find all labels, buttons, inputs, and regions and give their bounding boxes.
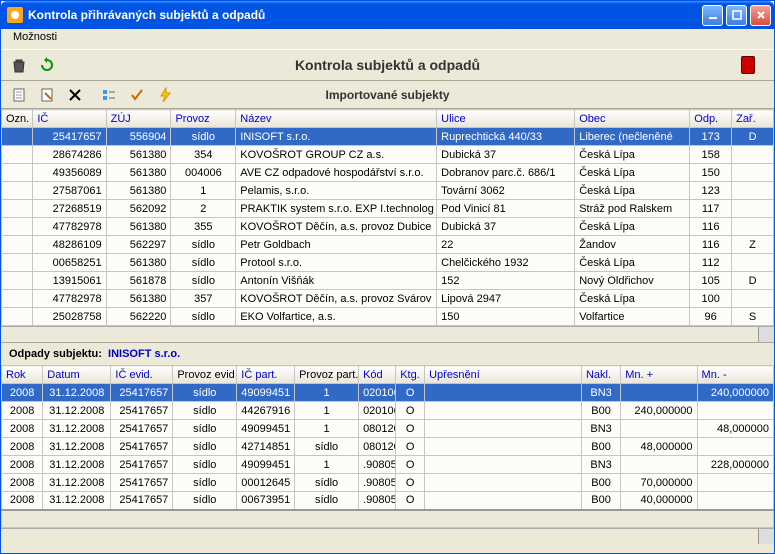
menu-options[interactable]: Možnosti xyxy=(7,29,63,45)
subjects-grid[interactable]: Ozn. IČ ZÚJ Provoz Název Ulice Obec Odp.… xyxy=(1,109,774,342)
maximize-button[interactable] xyxy=(726,5,747,26)
titlebar[interactable]: Kontrola přihrávaných subjektů a odpadů xyxy=(1,1,774,29)
waste-grid[interactable]: Rok Datum IČ evid. Provoz evid IČ part. … xyxy=(1,365,774,544)
table-row[interactable]: 47782978561380355KOVOŠROT Děčín, a.s. pr… xyxy=(2,218,774,236)
table-row[interactable]: 00658251561380sídloProtool s.r.o.Chelčic… xyxy=(2,254,774,272)
table-row[interactable]: 200831.12.200825417657sídlo4909945110201… xyxy=(2,384,774,402)
col-datum[interactable]: Datum xyxy=(43,366,111,384)
status-indicator-icon xyxy=(738,55,758,75)
app-icon xyxy=(7,7,23,23)
menubar: Možnosti xyxy=(1,29,774,49)
col-upresneni[interactable]: Upřesnění xyxy=(425,366,582,384)
col-provozevid[interactable]: Provoz evid xyxy=(173,366,237,384)
main-heading: Kontrola subjektů a odpadů xyxy=(295,57,480,73)
table-row[interactable]: 49356089561380004006AVE CZ odpadové hosp… xyxy=(2,164,774,182)
minimize-button[interactable] xyxy=(702,5,723,26)
table-row[interactable]: 272685195620922PRAKTIK system s.r.o. EXP… xyxy=(2,200,774,218)
col-icevid[interactable]: IČ evid. xyxy=(111,366,173,384)
col-zar[interactable]: Zař. xyxy=(732,110,774,128)
col-obec[interactable]: Obec xyxy=(575,110,690,128)
waste-label: Odpady subjektu: xyxy=(9,348,102,360)
table-row[interactable]: 200831.12.200825417657sídlo42714851sídlo… xyxy=(2,438,774,456)
check-icon[interactable] xyxy=(127,85,147,105)
col-provoz[interactable]: Provoz xyxy=(171,110,236,128)
col-kod[interactable]: Kód xyxy=(359,366,396,384)
sub-heading: Importované subjekty xyxy=(325,88,449,102)
doc-edit-icon[interactable] xyxy=(37,85,57,105)
toolbar-sub: Importované subjekty xyxy=(1,81,774,109)
scrollbar[interactable] xyxy=(1,326,774,342)
table-row[interactable]: 200831.12.200825417657sídlo4909945110801… xyxy=(2,420,774,438)
table-row[interactable]: 25028758562220sídloEKO Volfartice, a.s.1… xyxy=(2,308,774,326)
toolbar-main: Kontrola subjektů a odpadů xyxy=(1,49,774,81)
options-icon[interactable] xyxy=(99,85,119,105)
col-rok[interactable]: Rok xyxy=(2,366,43,384)
refresh-icon[interactable] xyxy=(37,55,57,75)
table-row[interactable]: 275870615613801Pelamis, s.r.o.Tovární 30… xyxy=(2,182,774,200)
col-mnm[interactable]: Mn. - xyxy=(697,366,773,384)
app-window: Kontrola přihrávaných subjektů a odpadů … xyxy=(0,0,775,554)
col-zuj[interactable]: ZÚJ xyxy=(106,110,171,128)
col-nazev[interactable]: Název xyxy=(236,110,437,128)
col-odp[interactable]: Odp. xyxy=(690,110,732,128)
table-row[interactable]: 25417657556904sídloINISOFT s.r.o.Ruprech… xyxy=(2,128,774,146)
close-button[interactable] xyxy=(750,5,771,26)
table-row[interactable]: 200831.12.200825417657sídlo490994511.908… xyxy=(2,456,774,474)
col-provozpart[interactable]: Provoz part. xyxy=(295,366,359,384)
col-nakl[interactable]: Nakl. xyxy=(581,366,620,384)
table-row[interactable]: 13915061561878sídloAntonín Višňák152Nový… xyxy=(2,272,774,290)
waste-subject: INISOFT s.r.o. xyxy=(108,348,180,360)
col-icpart[interactable]: IČ part. xyxy=(237,366,295,384)
scrollbar[interactable] xyxy=(1,528,774,544)
table-row[interactable]: 200831.12.200825417657sídlo4426791610201… xyxy=(2,402,774,420)
table-row[interactable]: 47782978561380357KOVOŠROT Děčín, a.s. pr… xyxy=(2,290,774,308)
delete-icon[interactable] xyxy=(9,55,29,75)
col-mnp[interactable]: Mn. + xyxy=(621,366,697,384)
table-row[interactable]: 200831.12.200825417657sídlo00673951sídlo… xyxy=(2,492,774,510)
window-title: Kontrola přihrávaných subjektů a odpadů xyxy=(28,8,702,22)
lightning-icon[interactable] xyxy=(155,85,175,105)
waste-heading: Odpady subjektu: INISOFT s.r.o. xyxy=(1,342,774,365)
col-ozn[interactable]: Ozn. xyxy=(2,110,33,128)
table-row[interactable]: 48286109562297sídloPetr Goldbach22Žandov… xyxy=(2,236,774,254)
delete-x-icon[interactable] xyxy=(65,85,85,105)
table-row[interactable]: 28674286561380354KOVOŠROT GROUP CZ a.s.D… xyxy=(2,146,774,164)
table-row[interactable]: 200831.12.200825417657sídlo00012645sídlo… xyxy=(2,474,774,492)
col-ulice[interactable]: Ulice xyxy=(437,110,575,128)
col-ktg[interactable]: Ktg. xyxy=(396,366,425,384)
doc-new-icon[interactable] xyxy=(9,85,29,105)
col-ic[interactable]: IČ xyxy=(33,110,106,128)
